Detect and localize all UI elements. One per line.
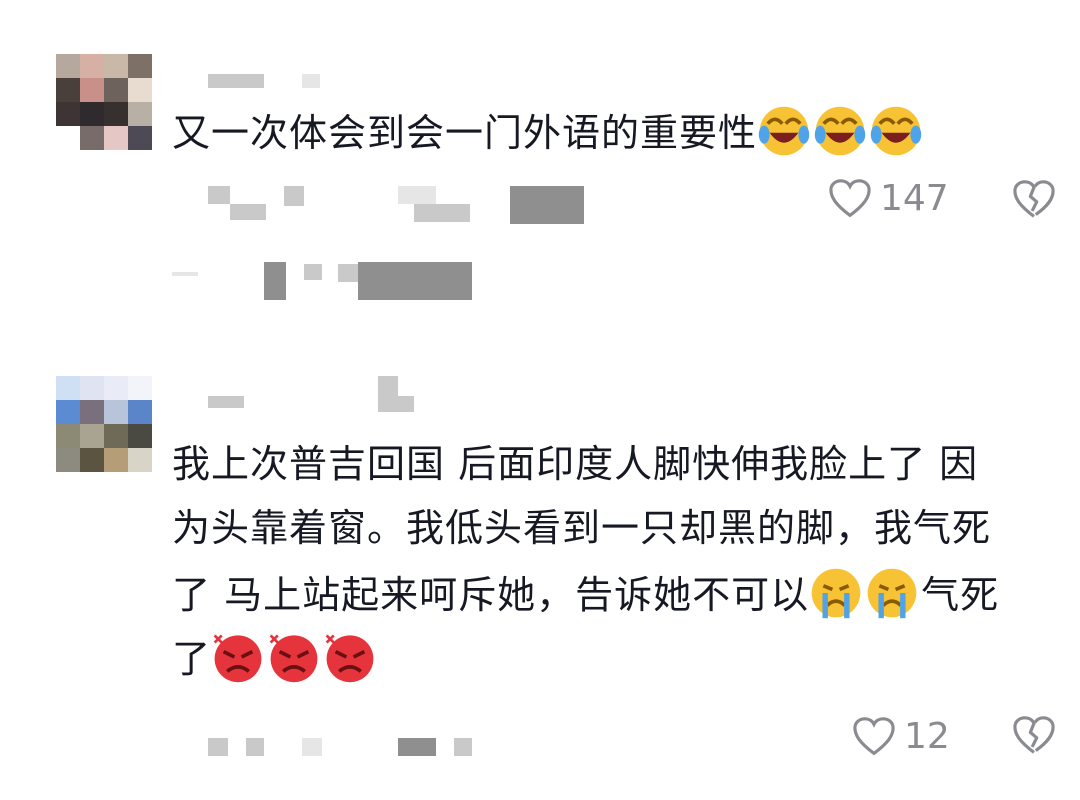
avatar[interactable] [56, 376, 152, 472]
crying-sad-emoji-icon [867, 568, 917, 619]
meta-redacted [208, 738, 228, 756]
meta-redacted [230, 204, 266, 220]
like-count: 147 [880, 178, 949, 219]
heart-outline-icon [853, 716, 895, 755]
comment-2: 我上次普吉回国 后面印度人脚快伸我脸上了 因 为头靠着窗。我低头看到一只却黑的脚… [0, 360, 1080, 780]
laughing-crying-emoji-icon [758, 106, 810, 156]
heart-outline-icon [829, 178, 871, 217]
comment-text: 我上次普吉回国 后面印度人脚快伸我脸上了 因 为头靠着窗。我低头看到一只却黑的脚… [172, 438, 1052, 683]
like-button[interactable]: 12 [852, 716, 950, 757]
username-redacted-part [378, 396, 414, 412]
username-redacted-part [302, 74, 320, 88]
meta-redacted [284, 186, 304, 206]
comment-1: 又一次体会到会一门外语的重要性 147 [0, 0, 1080, 330]
meta-redacted [208, 186, 230, 204]
comment-line-4: 了 [172, 630, 1052, 683]
laughing-crying-emoji-icon [814, 106, 866, 156]
angry-emoji-icon [213, 634, 262, 683]
username-redacted[interactable] [208, 74, 264, 88]
avatar[interactable] [56, 54, 152, 150]
view-replies-redacted[interactable] [172, 272, 198, 276]
view-replies-redacted [358, 262, 472, 300]
meta-redacted [398, 186, 436, 204]
comment-line-1: 我上次普吉回国 后面印度人脚快伸我脸上了 因 [172, 442, 979, 486]
dislike-button[interactable] [1012, 716, 1056, 760]
meta-redacted [246, 738, 264, 756]
crying-sad-emoji-icon [811, 568, 861, 619]
like-button[interactable]: 147 [828, 178, 949, 219]
comment-line-2: 为头靠着窗。我低头看到一只却黑的脚，我气死 [172, 506, 992, 550]
comment-text: 又一次体会到会一门外语的重要性 [172, 104, 925, 159]
view-replies-redacted [338, 264, 360, 282]
meta-redacted [454, 738, 472, 756]
comment-line-3: 了 马上站起来呵斥她，告诉她不可以 气死 [172, 566, 1052, 619]
like-count: 12 [904, 716, 950, 757]
broken-heart-icon [1013, 180, 1055, 218]
view-replies-redacted [264, 262, 286, 300]
reply-button-redacted[interactable] [398, 738, 436, 756]
angry-emoji-icon [325, 634, 374, 683]
view-replies-redacted [304, 264, 322, 280]
dislike-button[interactable] [1012, 180, 1056, 224]
laughing-crying-emoji-icon [870, 106, 922, 156]
meta-redacted [414, 204, 470, 222]
meta-redacted [302, 738, 322, 756]
username-redacted[interactable] [208, 396, 244, 408]
angry-emoji-icon [269, 634, 318, 683]
reply-button-redacted[interactable] [510, 186, 584, 224]
broken-heart-icon [1013, 716, 1055, 754]
